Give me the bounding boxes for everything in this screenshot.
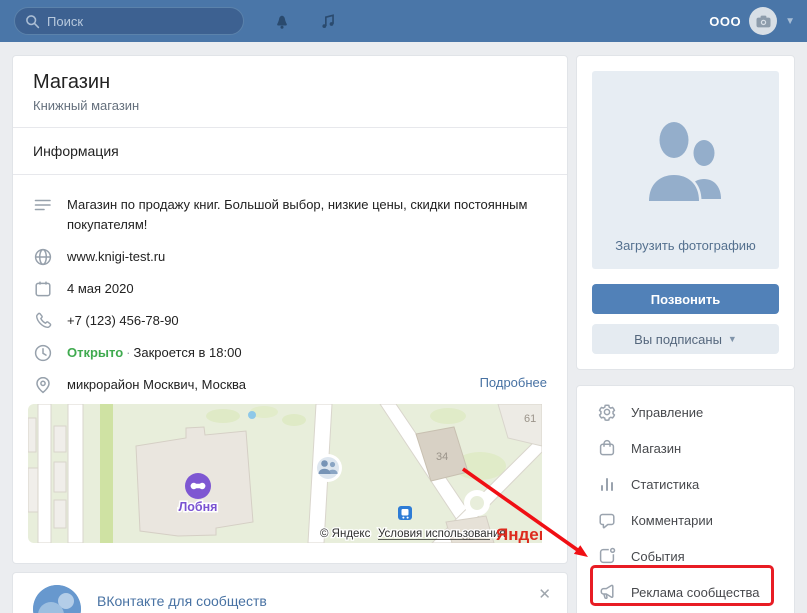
community-photo-placeholder[interactable]: Загрузить фотографию: [592, 71, 779, 269]
building-61-label: 61: [524, 413, 536, 425]
description-row: Магазин по продажу книг. Большой выбор, …: [33, 195, 547, 235]
sidebar-item-label: Магазин: [631, 441, 681, 456]
dot-separator: ·: [123, 345, 133, 360]
hours-row: Открыто·Закроется в 18:00: [33, 343, 547, 363]
subscribed-label: Вы подписаны: [634, 332, 722, 347]
community-info-card: Магазин Книжный магазин Информация Магаз…: [12, 55, 568, 564]
search-input[interactable]: Поиск: [14, 7, 244, 35]
sidebar-item-label: Реклама сообщества: [631, 585, 760, 600]
sidebar-item-management[interactable]: Управление: [577, 394, 794, 430]
user-menu[interactable]: OOO ▼: [709, 0, 795, 42]
subscribed-button[interactable]: Вы подписаны ▼: [592, 324, 779, 354]
sidebar-item-events[interactable]: События: [577, 538, 794, 574]
building-34-label: 34: [436, 451, 448, 463]
address-link[interactable]: микрорайон Москвич, Москва: [67, 375, 466, 395]
founded-date: 4 мая 2020: [67, 279, 547, 299]
stats-icon: [597, 474, 617, 494]
user-avatar: [749, 7, 777, 35]
community-location-marker[interactable]: [314, 454, 342, 482]
phone-icon: [33, 311, 53, 331]
camera-icon: [756, 15, 771, 28]
upload-photo-link[interactable]: Загрузить фотографию: [615, 238, 756, 253]
user-short-name: OOO: [709, 14, 741, 29]
map-roundabout: [467, 493, 487, 513]
transit-stop-icon: [398, 506, 412, 520]
website-row: www.knigi-test.ru: [33, 247, 547, 267]
sidebar-item-label: Управление: [631, 405, 703, 420]
page-subtitle: Книжный магазин: [33, 97, 547, 115]
page-title: Магазин: [33, 70, 547, 94]
sidebar-item-label: Статистика: [631, 477, 699, 492]
events-icon: [597, 546, 617, 566]
search-icon: [25, 14, 40, 29]
vk-community-page: Поиск OOO ▼ Магазин Книжный магазин Инфо…: [0, 0, 807, 613]
phone-row: +7 (123) 456-78-90: [33, 311, 547, 331]
metro-station-marker[interactable]: [185, 473, 211, 499]
banner-title[interactable]: ВКонтакте для сообществ: [97, 593, 267, 609]
call-button[interactable]: Позвонить: [592, 284, 779, 314]
info-rows: Магазин по продажу книг. Большой выбор, …: [13, 175, 567, 395]
people-silhouette-icon: [638, 115, 734, 210]
open-status: Открыто: [67, 345, 123, 360]
notifications-bell-icon[interactable]: [270, 9, 294, 33]
info-section-title: Информация: [13, 128, 567, 175]
location-pin-icon: [33, 375, 53, 395]
chevron-down-icon: ▼: [785, 16, 795, 27]
phone-link[interactable]: +7 (123) 456-78-90: [67, 311, 547, 331]
top-navigation-bar: Поиск OOO ▼: [0, 0, 807, 42]
clock-icon: [33, 343, 53, 363]
yandex-map[interactable]: 61 34 32 Лобня: [28, 404, 552, 543]
community-manage-menu: Управление Магазин Статистика Комментари…: [576, 385, 795, 613]
megaphone-icon: [597, 582, 617, 602]
website-link[interactable]: www.knigi-test.ru: [67, 247, 547, 267]
gear-icon: [597, 402, 617, 422]
globe-icon: [33, 247, 53, 267]
sidebar-item-comments[interactable]: Комментарии: [577, 502, 794, 538]
map-terms-link[interactable]: Условия использования: [378, 528, 506, 540]
map-copyright: © Яндекс: [320, 528, 371, 540]
chevron-down-icon: ▼: [728, 334, 737, 344]
more-link[interactable]: Подробнее: [480, 375, 547, 390]
yandex-logo[interactable]: Яндекс: [496, 525, 542, 543]
banner-avatar: [33, 585, 81, 613]
search-placeholder: Поиск: [47, 14, 83, 29]
address-row: микрорайон Москвич, Москва Подробнее: [33, 375, 547, 395]
vk-for-communities-banner: ВКонтакте для сообществ ✕: [12, 572, 568, 613]
calendar-icon: [33, 279, 53, 299]
sidebar-item-statistics[interactable]: Статистика: [577, 466, 794, 502]
description-icon: [33, 195, 53, 215]
close-icon[interactable]: ✕: [538, 587, 551, 602]
founded-row: 4 мая 2020: [33, 279, 547, 299]
shop-icon: [597, 438, 617, 458]
sidebar-item-label: Комментарии: [631, 513, 713, 528]
sidebar-item-label: События: [631, 549, 685, 564]
comments-icon: [597, 510, 617, 530]
description-text: Магазин по продажу книг. Большой выбор, …: [67, 195, 547, 235]
sidebar-item-shop[interactable]: Магазин: [577, 430, 794, 466]
community-actions-card: Загрузить фотографию Позвонить Вы подпис…: [576, 55, 795, 370]
music-icon[interactable]: [316, 9, 340, 33]
sidebar-item-community-ads[interactable]: Реклама сообщества: [577, 574, 794, 610]
station-label: Лобня: [179, 500, 218, 514]
community-header: Магазин Книжный магазин: [13, 56, 567, 128]
closing-time: Закроется в 18:00: [134, 345, 242, 360]
